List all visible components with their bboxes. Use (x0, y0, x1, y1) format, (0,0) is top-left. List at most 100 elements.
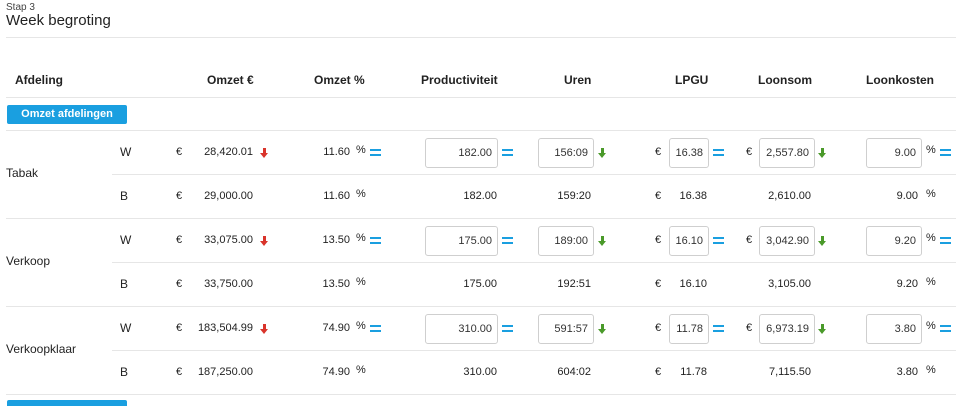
loonsom-value: 7,115.50 (768, 366, 811, 378)
page-header: Stap 3 Week begroting (6, 2, 111, 29)
department-name: Verkoopklaar (6, 342, 77, 356)
loonkosten-value: 3.80 (896, 366, 918, 378)
uren-input[interactable] (538, 138, 594, 168)
productiviteit-input[interactable] (425, 314, 498, 344)
equals-icon (940, 237, 951, 244)
lpgu-value: 16.38 (679, 190, 707, 202)
euro-symbol: € (746, 146, 753, 158)
loonkosten-input[interactable] (866, 226, 922, 256)
equals-icon (502, 325, 513, 332)
col-header-lpgu: LPGU (675, 73, 709, 87)
euro-symbol: € (655, 278, 662, 290)
group-divider (6, 306, 956, 307)
equals-icon (370, 237, 381, 244)
row-type-label: B (120, 365, 129, 379)
euro-symbol: € (655, 146, 662, 158)
loonkosten-input[interactable] (866, 314, 922, 344)
productiviteit-value: 310.00 (463, 366, 497, 378)
col-header-omzet-pct: Omzet % (314, 73, 365, 87)
percent-symbol: % (356, 276, 366, 288)
divider (6, 130, 956, 131)
percent-symbol: % (356, 320, 366, 332)
loonsom-input[interactable] (759, 138, 815, 168)
page-title: Week begroting (6, 12, 111, 29)
col-header-loonkosten: Loonkosten (866, 73, 934, 87)
omzet-value: 33,075.00 (204, 234, 253, 246)
loonkosten-input[interactable] (866, 138, 922, 168)
productiviteit-input[interactable] (425, 226, 498, 256)
lpgu-input[interactable] (669, 314, 709, 344)
equals-icon (502, 237, 513, 244)
row-type-label: W (120, 321, 132, 335)
euro-symbol: € (655, 190, 662, 202)
euro-symbol: € (176, 190, 183, 202)
omzet-value: 183,504.99 (197, 322, 253, 334)
divider (6, 37, 956, 38)
lpgu-value: 11.78 (680, 366, 707, 378)
department-name: Tabak (6, 166, 39, 180)
percent-symbol: % (926, 320, 936, 332)
percent-symbol: % (926, 276, 936, 288)
percent-symbol: % (926, 144, 936, 156)
equals-icon (370, 149, 381, 156)
omzet-pct-value: 11.60 (323, 146, 350, 158)
omzet-pct-value: 11.60 (323, 190, 350, 202)
productiviteit-value: 175.00 (463, 278, 497, 290)
percent-symbol: % (926, 364, 936, 376)
loonsom-input[interactable] (759, 314, 815, 344)
equals-icon (713, 237, 724, 244)
row-type-label: W (120, 233, 132, 247)
second-action-button[interactable] (7, 400, 127, 406)
omzet-value: 187,250.00 (197, 366, 253, 378)
euro-symbol: € (176, 366, 183, 378)
row-type-label: B (120, 189, 129, 203)
row-type-label: B (120, 277, 129, 291)
uren-value: 192:51 (557, 278, 591, 290)
row-divider (112, 350, 956, 351)
uren-input[interactable] (538, 226, 594, 256)
omzet-pct-value: 13.50 (322, 278, 350, 290)
omzet-value: 33,750.00 (204, 278, 253, 290)
uren-value: 604:02 (557, 366, 591, 378)
productiviteit-value: 182.00 (463, 190, 497, 202)
euro-symbol: € (176, 234, 183, 246)
col-header-uren: Uren (564, 73, 592, 87)
euro-symbol: € (176, 278, 183, 290)
row-divider (112, 262, 956, 263)
omzet-afdelingen-button[interactable]: Omzet afdelingen (7, 105, 127, 124)
euro-symbol: € (176, 322, 183, 334)
loonkosten-value: 9.00 (896, 190, 918, 202)
percent-symbol: % (356, 144, 366, 156)
uren-input[interactable] (538, 314, 594, 344)
euro-symbol: € (176, 146, 183, 158)
percent-symbol: % (356, 188, 366, 200)
row-type-label: W (120, 145, 132, 159)
col-header-loonsom: Loonsom (758, 73, 812, 87)
percent-symbol: % (356, 364, 366, 376)
equals-icon (713, 325, 724, 332)
equals-icon (502, 149, 513, 156)
loonsom-value: 3,105.00 (768, 278, 811, 290)
equals-icon (713, 149, 724, 156)
productiviteit-input[interactable] (425, 138, 498, 168)
percent-symbol: % (926, 232, 936, 244)
col-header-omzet-eur: Omzet € (207, 73, 254, 87)
equals-icon (370, 325, 381, 332)
lpgu-input[interactable] (669, 226, 709, 256)
omzet-pct-value: 74.90 (322, 366, 350, 378)
euro-symbol: € (746, 322, 753, 334)
percent-symbol: % (926, 188, 936, 200)
omzet-value: 29,000.00 (204, 190, 253, 202)
department-name: Verkoop (6, 254, 51, 268)
uren-value: 159:20 (557, 190, 591, 202)
loonsom-input[interactable] (759, 226, 815, 256)
col-header-afdeling: Afdeling (15, 73, 63, 87)
divider (6, 97, 956, 98)
euro-symbol: € (655, 322, 662, 334)
omzet-pct-value: 13.50 (322, 234, 350, 246)
group-divider (6, 218, 956, 219)
lpgu-input[interactable] (669, 138, 709, 168)
equals-icon (940, 325, 951, 332)
group-divider (6, 394, 956, 395)
lpgu-value: 16.10 (679, 278, 707, 290)
